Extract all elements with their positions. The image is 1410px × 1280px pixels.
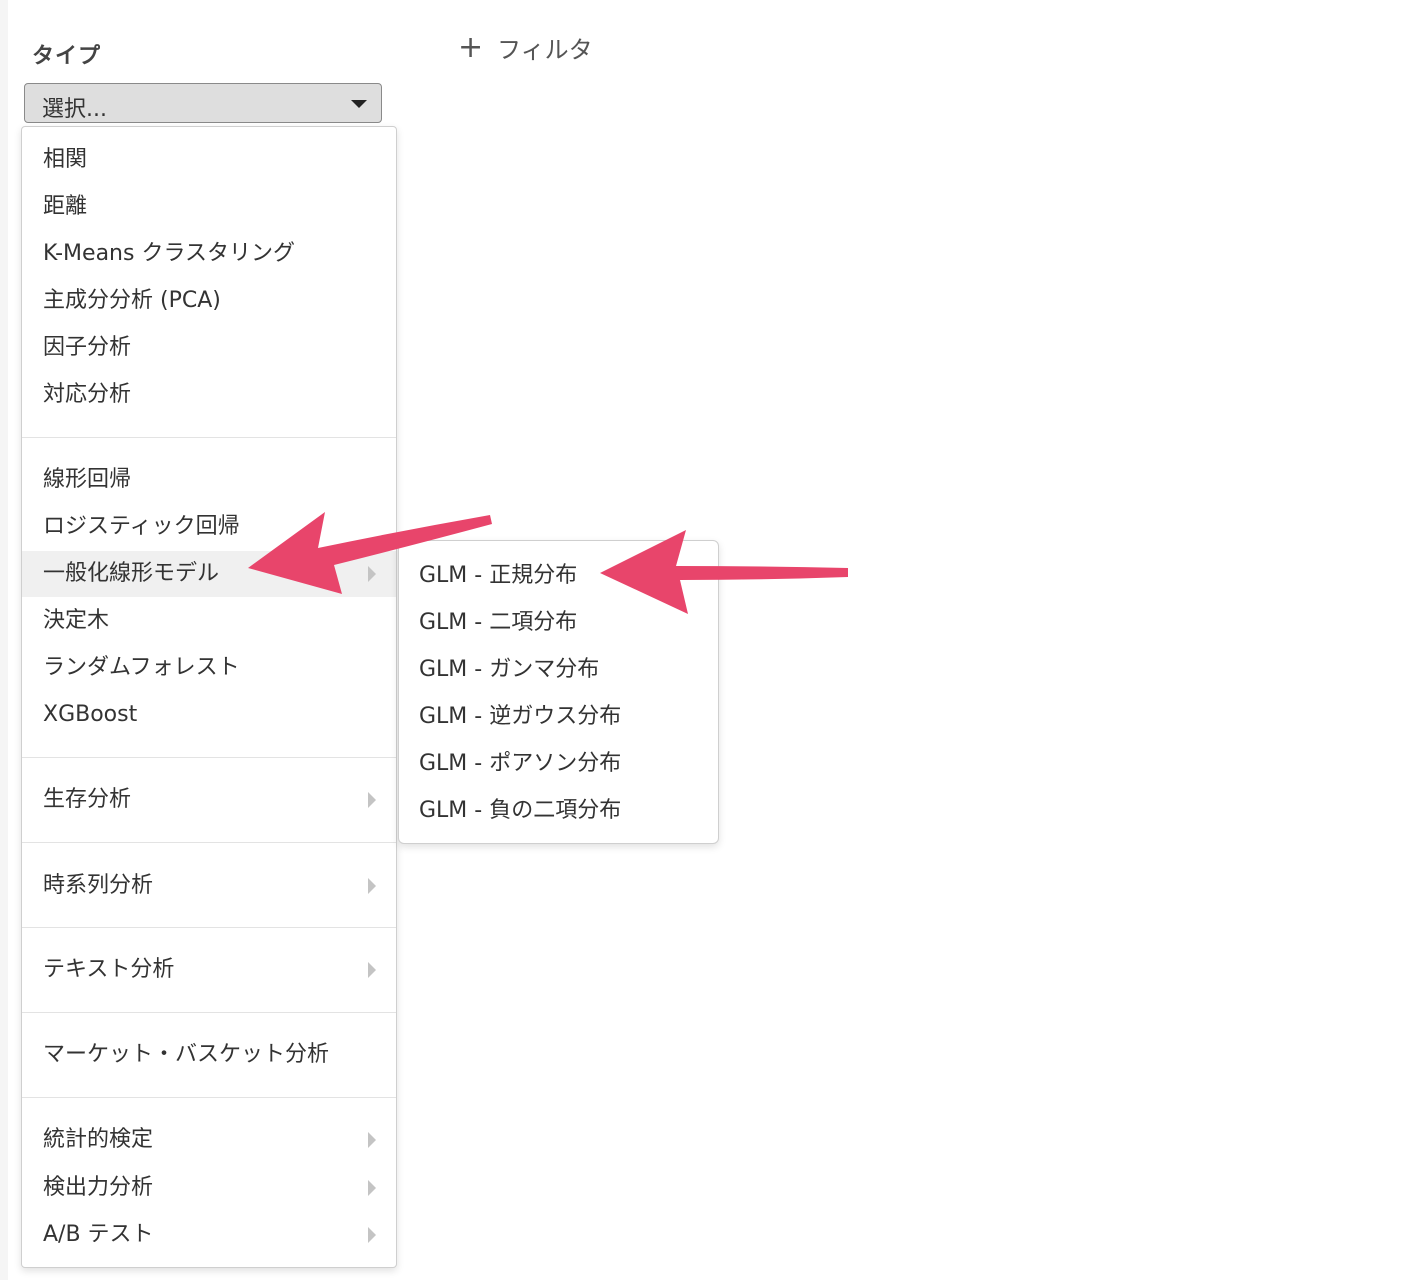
menu-divider bbox=[22, 757, 396, 758]
menu-item-kmeans[interactable]: K-Means クラスタリング bbox=[22, 231, 396, 277]
submenu-item-glm-binomial[interactable]: GLM - 二項分布 bbox=[399, 600, 718, 646]
menu-item-xgboost[interactable]: XGBoost bbox=[22, 692, 396, 738]
left-edge-strip bbox=[0, 0, 8, 1280]
menu-item-pca[interactable]: 主成分分析 (PCA) bbox=[22, 278, 396, 324]
menu-item-logistic-regression[interactable]: ロジスティック回帰 bbox=[22, 504, 396, 550]
caret-down-icon bbox=[351, 100, 367, 108]
menu-item-distance[interactable]: 距離 bbox=[22, 184, 396, 230]
add-filter-label: フィルタ bbox=[497, 36, 593, 64]
submenu-item-glm-gamma[interactable]: GLM - ガンマ分布 bbox=[399, 647, 718, 693]
chevron-right-icon bbox=[368, 792, 376, 808]
menu-divider bbox=[22, 842, 396, 843]
menu-item-ab-test[interactable]: A/B テスト bbox=[22, 1212, 396, 1258]
menu-item-decision-tree[interactable]: 決定木 bbox=[22, 598, 396, 644]
type-dropdown-menu: 相関 距離 K-Means クラスタリング 主成分分析 (PCA) 因子分析 対… bbox=[21, 126, 397, 1268]
type-select-value: 選択... bbox=[42, 97, 107, 122]
menu-item-linear-regression[interactable]: 線形回帰 bbox=[22, 457, 396, 503]
chevron-right-icon bbox=[368, 962, 376, 978]
menu-item-text-analysis[interactable]: テキスト分析 bbox=[22, 947, 396, 993]
submenu-item-glm-inverse-gaussian[interactable]: GLM - 逆ガウス分布 bbox=[399, 694, 718, 740]
menu-divider bbox=[22, 437, 396, 438]
plus-icon: + bbox=[458, 29, 484, 65]
menu-item-random-forest[interactable]: ランダムフォレスト bbox=[22, 645, 396, 691]
add-filter-button[interactable]: + フィルタ bbox=[458, 30, 593, 65]
submenu-item-glm-poisson[interactable]: GLM - ポアソン分布 bbox=[399, 741, 718, 787]
menu-item-survival-analysis[interactable]: 生存分析 bbox=[22, 777, 396, 823]
menu-item-statistical-test[interactable]: 統計的検定 bbox=[22, 1117, 396, 1163]
chevron-right-icon bbox=[368, 566, 376, 582]
type-label: タイプ bbox=[32, 44, 102, 69]
menu-item-correspondence-analysis[interactable]: 対応分析 bbox=[22, 372, 396, 418]
type-select[interactable]: 選択... bbox=[24, 83, 382, 123]
menu-item-time-series[interactable]: 時系列分析 bbox=[22, 863, 396, 909]
menu-item-glm[interactable]: 一般化線形モデル bbox=[22, 551, 396, 597]
chevron-right-icon bbox=[368, 1227, 376, 1243]
chevron-right-icon bbox=[368, 878, 376, 894]
glm-submenu: GLM - 正規分布 GLM - 二項分布 GLM - ガンマ分布 GLM - … bbox=[398, 540, 719, 844]
chevron-right-icon bbox=[368, 1180, 376, 1196]
menu-item-power-analysis[interactable]: 検出力分析 bbox=[22, 1165, 396, 1211]
menu-divider bbox=[22, 1097, 396, 1098]
menu-item-factor-analysis[interactable]: 因子分析 bbox=[22, 325, 396, 371]
submenu-item-glm-negative-binomial[interactable]: GLM - 負の二項分布 bbox=[399, 788, 718, 834]
menu-divider bbox=[22, 1012, 396, 1013]
menu-item-correlation[interactable]: 相関 bbox=[22, 137, 396, 183]
chevron-right-icon bbox=[368, 1132, 376, 1148]
submenu-item-glm-normal[interactable]: GLM - 正規分布 bbox=[399, 553, 718, 599]
menu-divider bbox=[22, 927, 396, 928]
menu-item-market-basket[interactable]: マーケット・バスケット分析 bbox=[22, 1032, 396, 1078]
